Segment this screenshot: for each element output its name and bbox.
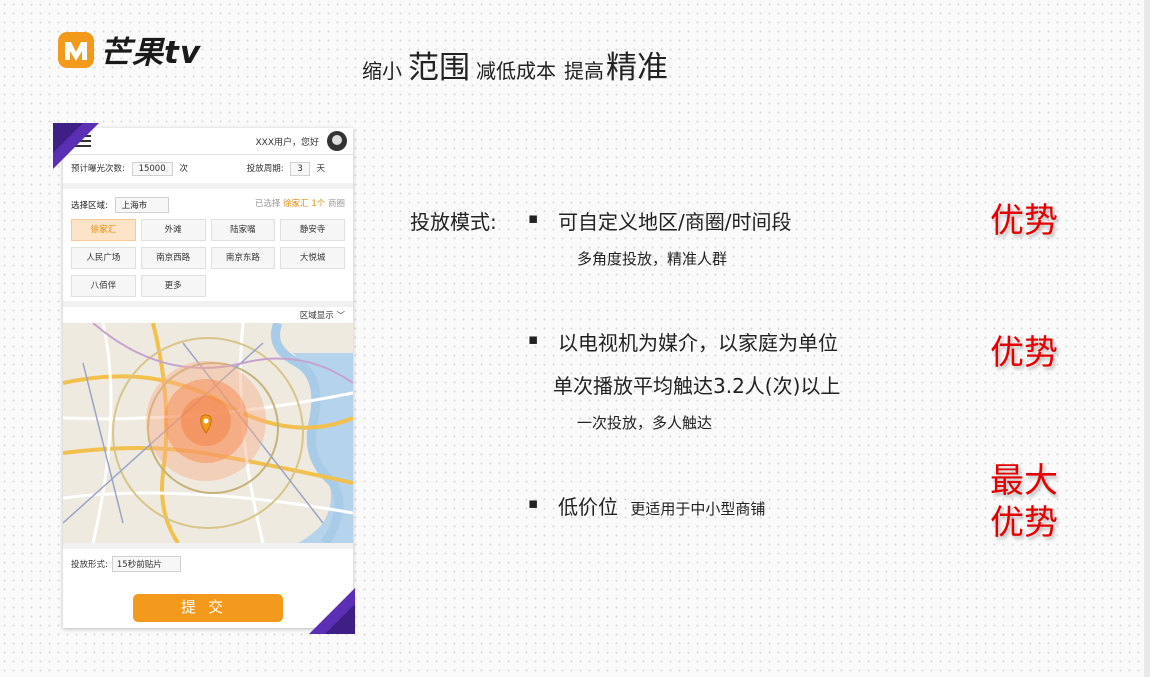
slide-edge [1144,0,1150,677]
app-header: XXX用户，您好 [63,128,353,155]
corner-decoration-bottom-right-inner [325,604,355,634]
bullet-1: 可自定义地区/商圈/时间段 [528,206,792,235]
advantage-3-line-2: 优势 [990,503,1058,543]
advantage-3-line-1: 最大 [990,461,1058,501]
tag-lujiazui[interactable]: 陆家嘴 [210,219,276,241]
headline-part-3: 减低成本 [476,59,556,83]
selected-prefix: 已选择 [254,199,281,209]
logo-text: 芒果tv [100,35,202,71]
bullet-2: 以电视机为媒介，以家庭为单位 [528,327,838,356]
bullet-3-text: 低价位 [558,495,618,519]
advantage-3: 最大 优势 [990,460,1058,544]
selected-suffix: 商圈 [327,199,345,209]
bullet-3: 低价位 更适用于中小型商铺 [528,491,766,520]
format-select[interactable]: 15秒前贴片 [111,556,181,572]
selected-count: 1个 [311,199,326,209]
bullet-3-sub: 更适用于中小型商铺 [630,500,766,518]
mango-tv-logo: 芒果tv [56,27,201,72]
format-label: 投放形式: [71,560,108,570]
period-unit: 天 [316,164,325,174]
exposure-row: 预计曝光次数: 15000 次 投放周期: 3 天 [63,155,353,189]
tag-more[interactable]: 更多 [140,275,206,297]
tag-nanjing-east[interactable]: 南京东路 [210,247,276,269]
tag-dayuecheng[interactable]: 大悦城 [280,247,345,269]
headline-part-2: 范围 [408,50,470,86]
phone-mockup: XXX用户，您好 预计曝光次数: 15000 次 投放周期: 3 天 选择区域:… [63,128,353,628]
tag-renmin-square[interactable]: 人民广场 [71,247,136,269]
region-select[interactable]: 上海市 [114,197,169,213]
region-section: 选择区域: 上海市 已选择 徐家汇 1个 商圈 徐家汇 外滩 陆家嘴 静安寺 人… [63,189,353,307]
period-input[interactable]: 3 [290,162,310,176]
headline-part-1: 缩小 [362,59,402,83]
map-toggle-label: 区域显示 [299,311,334,321]
submit-button[interactable]: 提交 [133,594,283,622]
exposure-unit: 次 [179,164,188,174]
advantage-1: 优势 [990,201,1058,241]
city-map[interactable] [63,323,353,543]
tag-xujiahui[interactable]: 徐家汇 [71,219,136,241]
advantage-2: 优势 [990,333,1058,373]
format-value: 15秒前贴片 [116,560,162,570]
period-label: 投放周期: [246,164,284,174]
tag-nanjing-west[interactable]: 南京西路 [140,247,206,269]
bullet-2-sub: 一次投放，多人触达 [577,414,713,432]
selected-area: 徐家汇 [283,199,309,209]
chevron-down-icon: ﹀ [336,311,345,321]
area-tags: 徐家汇 外滩 陆家嘴 静安寺 人民广场 南京西路 南京东路 大悦城 八佰伴 更多 [71,219,345,297]
tag-waitan[interactable]: 外滩 [140,219,206,241]
region-label: 选择区域: [71,201,108,211]
tag-jingansi[interactable]: 静安寺 [280,219,345,241]
headline-part-5: 精准 [606,50,668,86]
greeting-text: XXX用户，您好 [255,137,320,148]
tag-babaiban[interactable]: 八佰伴 [71,275,136,297]
corner-decoration-top-left-inner [53,123,83,153]
map-toggle[interactable]: 区域显示 ﹀ [63,307,353,323]
format-row: 投放形式: 15秒前贴片 [63,543,353,579]
mango-logo-icon [58,31,94,68]
selected-summary: 已选择 徐家汇 1个 商圈 [255,197,345,213]
headline-part-4: 提高 [564,59,604,83]
exposure-input[interactable]: 15000 [131,162,173,176]
bullet-1-sub: 多角度投放，精准人群 [577,250,728,268]
headline: 缩小 范围 减低成本 提高 精准 [362,42,674,87]
bullet-2-line-2: 单次播放平均触达3.2人(次)以上 [553,374,841,398]
avatar[interactable] [327,131,347,151]
mode-label: 投放模式: [410,210,497,234]
